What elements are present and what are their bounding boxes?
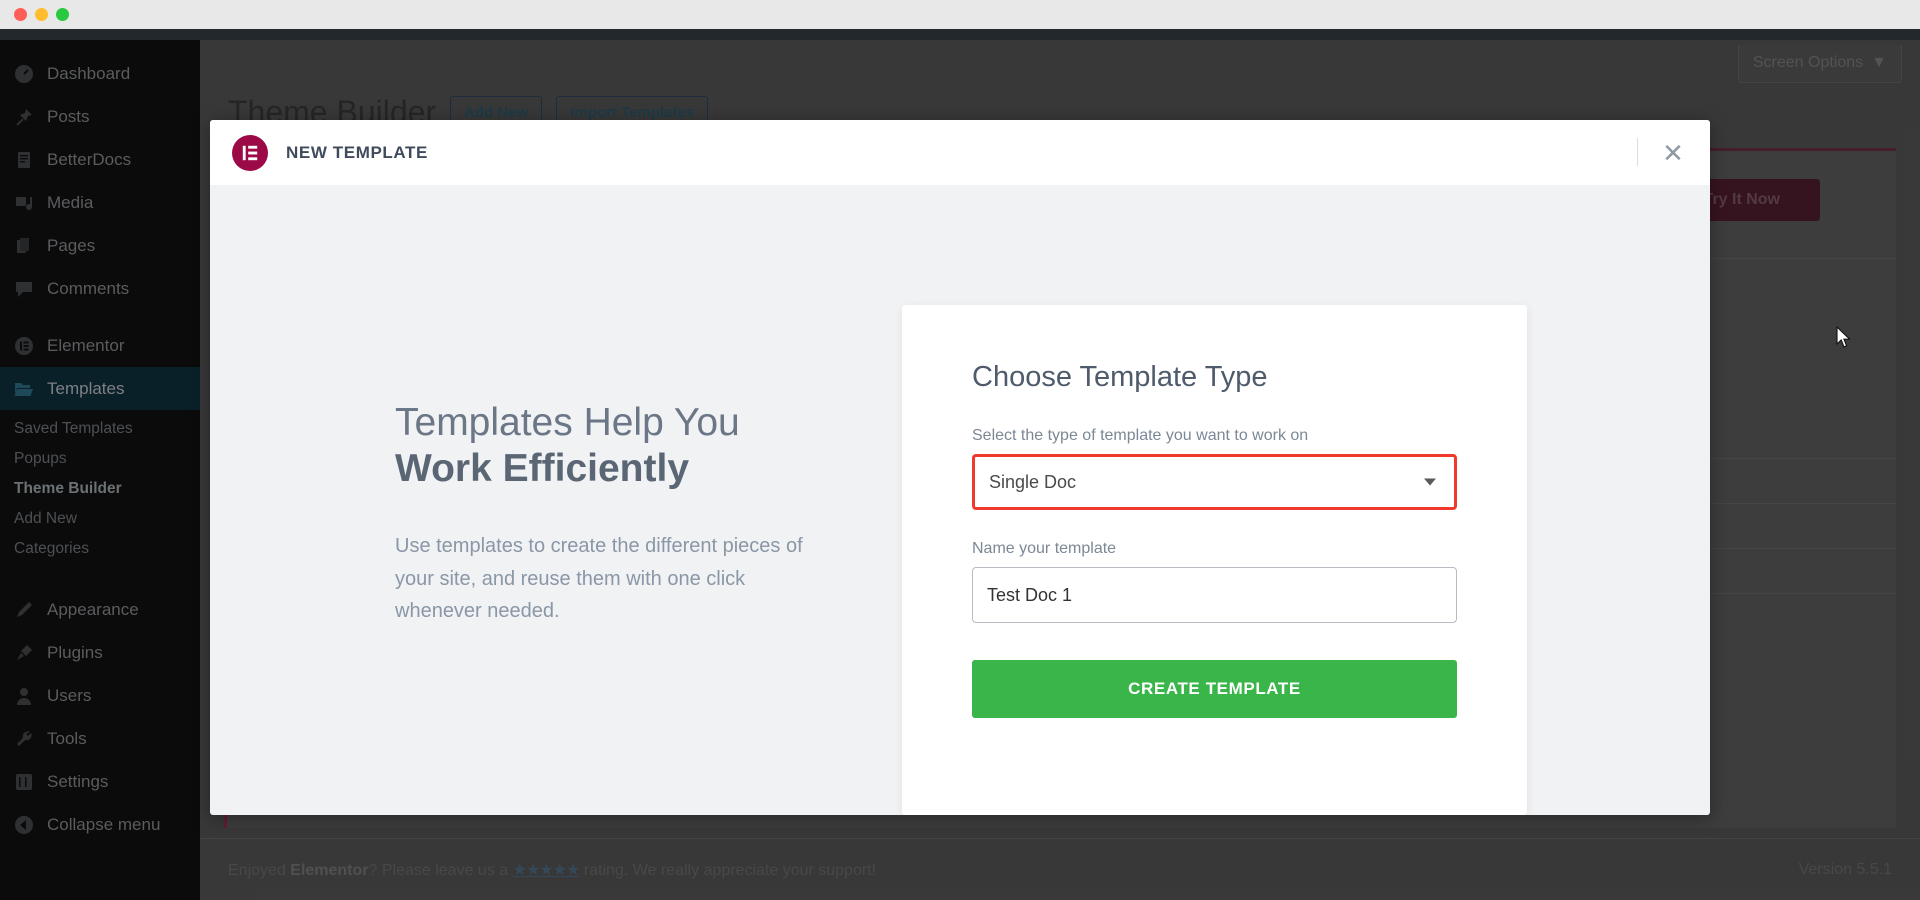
footer-prefix: Enjoyed	[228, 861, 291, 879]
sidebar-item-label: BetterDocs	[47, 149, 132, 169]
brush-icon	[14, 600, 34, 620]
promo-heading-line2: Work Efficiently	[395, 447, 690, 491]
sidebar-item-label: Elementor	[47, 335, 125, 355]
sidebar-subitem-categories[interactable]: Categories	[0, 534, 200, 564]
footer-mid: ? Please leave us a	[368, 861, 513, 879]
create-template-button[interactable]: CREATE TEMPLATE	[972, 660, 1457, 718]
window-close-button[interactable]	[14, 8, 27, 21]
rating-stars-link[interactable]: ★★★★★	[513, 862, 581, 879]
sidebar-item-dashboard[interactable]: Dashboard	[0, 52, 200, 95]
new-template-modal: NEW TEMPLATE ✕ Templates Help You Work E…	[210, 120, 1710, 815]
sidebar-item-comments[interactable]: Comments	[0, 267, 200, 310]
template-name-input[interactable]: Test Doc 1	[972, 567, 1457, 623]
sidebar-item-settings[interactable]: Settings	[0, 760, 200, 803]
close-icon[interactable]: ✕	[1658, 138, 1688, 168]
sidebar-item-posts[interactable]: Posts	[0, 95, 200, 138]
sidebar-item-label: Posts	[47, 106, 90, 126]
admin-footer: Enjoyed Elementor? Please leave us a ★★★…	[200, 838, 1920, 900]
sidebar-subitem-popups[interactable]: Popups	[0, 444, 200, 474]
promo-body: Use templates to create the different pi…	[395, 535, 803, 623]
modal-body: Templates Help You Work Efficiently Use …	[210, 185, 1710, 815]
chevron-down-icon	[1424, 478, 1436, 486]
screen-options-toggle[interactable]: Screen Options ▼	[1737, 45, 1902, 83]
version-label: Version 5.5.1	[1798, 860, 1892, 878]
promo-heading-line1: Templates Help You	[395, 401, 740, 444]
sidebar-item-collapse-menu[interactable]: Collapse menu	[0, 803, 200, 846]
sidebar-subitem-theme-builder[interactable]: Theme Builder	[0, 474, 200, 504]
footer-suffix: rating. We really appreciate your suppor…	[579, 861, 877, 879]
modal-header: NEW TEMPLATE ✕	[210, 120, 1710, 185]
sidebar-item-pages[interactable]: Pages	[0, 224, 200, 267]
admin-sidebar: Dashboard Posts BetterDocs Media Pages C…	[0, 40, 200, 900]
sidebar-item-elementor[interactable]: Elementor	[0, 324, 200, 367]
document-icon	[14, 150, 34, 170]
wrench-icon	[14, 729, 34, 749]
sidebar-item-media[interactable]: Media	[0, 181, 200, 224]
template-type-label: Select the type of template you want to …	[972, 427, 1309, 444]
modal-title: NEW TEMPLATE	[286, 142, 428, 162]
pages-icon	[14, 236, 34, 256]
sliders-icon	[14, 772, 34, 792]
sidebar-subitem-add-new[interactable]: Add New	[0, 504, 200, 534]
sidebar-divider	[0, 310, 200, 324]
screen-root: Dashboard Posts BetterDocs Media Pages C…	[0, 0, 1920, 900]
sidebar-item-label: Pages	[47, 235, 96, 255]
comment-icon	[14, 279, 34, 299]
sidebar-divider	[0, 574, 200, 588]
dashboard-icon	[14, 64, 34, 84]
sidebar-submenu-templates: Saved Templates Popups Theme Builder Add…	[0, 410, 200, 574]
sidebar-item-label: Dashboard	[47, 63, 131, 83]
sidebar-item-label: Users	[47, 685, 92, 705]
sidebar-subitem-saved-templates[interactable]: Saved Templates	[0, 414, 200, 444]
sidebar-item-users[interactable]: Users	[0, 674, 200, 717]
template-type-value: Single Doc	[989, 471, 1077, 492]
sidebar-item-label: Settings	[47, 771, 109, 791]
screen-options-label: Screen Options	[1752, 54, 1864, 71]
template-type-select[interactable]: Single Doc	[972, 454, 1457, 510]
sidebar-item-label: Plugins	[47, 642, 103, 662]
footer-credit: Enjoyed Elementor? Please leave us a ★★★…	[228, 860, 876, 880]
promo-heading: Templates Help You Work Efficiently	[395, 400, 815, 492]
sidebar-item-label: Tools	[47, 728, 87, 748]
sidebar-item-label: Appearance	[47, 599, 139, 619]
template-type-card: Choose Template Type Select the type of …	[902, 305, 1527, 815]
pin-icon	[14, 107, 34, 127]
footer-brand: Elementor	[290, 861, 369, 879]
template-name-label: Name your template	[972, 540, 1117, 557]
sidebar-item-label: Comments	[47, 278, 130, 298]
os-title-bar	[0, 0, 1920, 29]
promo-block: Templates Help You Work Efficiently Use …	[395, 400, 815, 628]
sidebar-item-appearance[interactable]: Appearance	[0, 588, 200, 631]
window-minimize-button[interactable]	[35, 8, 48, 21]
elementor-logo-icon	[232, 134, 268, 171]
header-divider	[1637, 138, 1638, 166]
plug-icon	[14, 643, 34, 663]
user-icon	[14, 686, 34, 706]
window-maximize-button[interactable]	[56, 8, 69, 21]
folder-icon	[14, 379, 34, 399]
collapse-icon	[14, 815, 34, 835]
sidebar-item-betterdocs[interactable]: BetterDocs	[0, 138, 200, 181]
sidebar-item-label: Templates	[47, 378, 125, 398]
sidebar-item-label: Collapse menu	[47, 814, 161, 834]
sidebar-item-templates[interactable]: Templates	[0, 367, 200, 410]
sidebar-item-plugins[interactable]: Plugins	[0, 631, 200, 674]
sidebar-item-label: Media	[47, 192, 94, 212]
chevron-down-icon: ▼	[1871, 54, 1887, 71]
card-heading: Choose Template Type	[972, 361, 1268, 393]
elementor-icon	[14, 336, 34, 356]
sidebar-item-tools[interactable]: Tools	[0, 717, 200, 760]
media-icon	[14, 193, 34, 213]
wp-admin-bar	[0, 29, 1920, 40]
